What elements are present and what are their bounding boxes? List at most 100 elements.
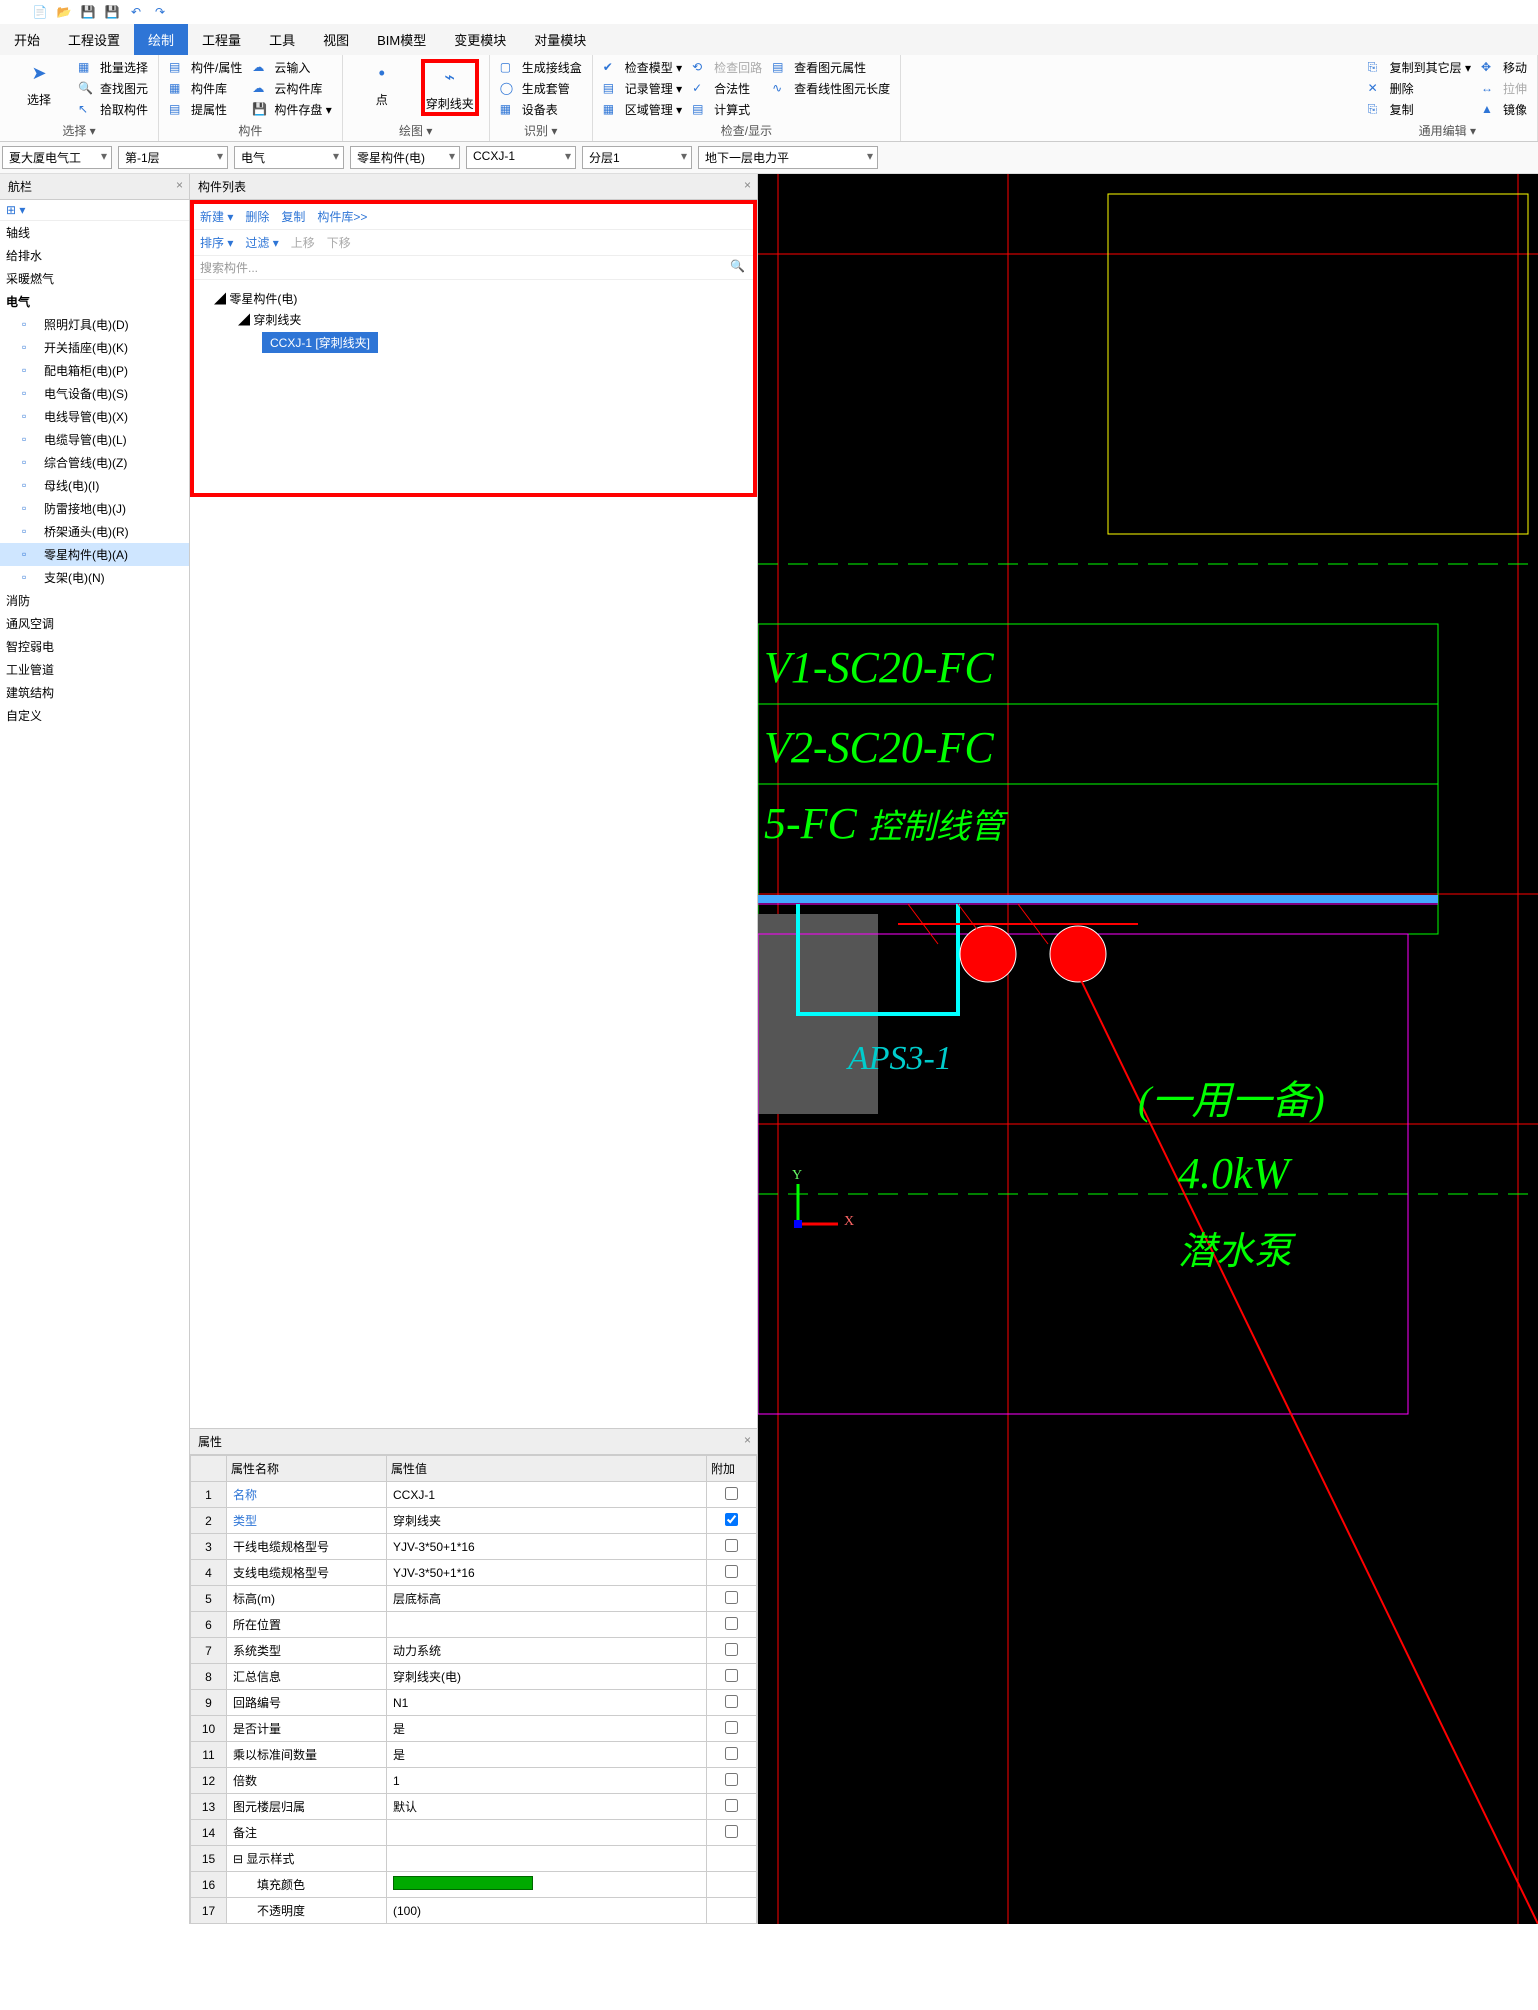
view-length-button[interactable]: ∿查看线性图元长度	[772, 80, 890, 97]
open-icon[interactable]: 📂	[54, 2, 74, 22]
extra-checkbox[interactable]	[725, 1695, 738, 1708]
save-icon[interactable]: 💾	[78, 2, 98, 22]
nav-cat-electric[interactable]: 电气	[0, 290, 189, 313]
check-circuit-button[interactable]: ⟲检查回路	[692, 59, 762, 76]
nav-item-6[interactable]: ▫综合管线(电)(Z)	[0, 451, 189, 474]
nav-item-5[interactable]: ▫电缆导管(电)(L)	[0, 428, 189, 451]
prop-row-15[interactable]: 15⊟ 显示样式	[191, 1846, 757, 1872]
point-button[interactable]: • 点	[353, 59, 411, 116]
nav-item-8[interactable]: ▫防雷接地(电)(J)	[0, 497, 189, 520]
nav-cat-water[interactable]: 给排水	[0, 244, 189, 267]
validity-button[interactable]: ✓合法性	[692, 80, 762, 97]
nav-item-7[interactable]: ▫母线(电)(I)	[0, 474, 189, 497]
nav-cat-structure[interactable]: 建筑结构	[0, 681, 189, 704]
nav-item-0[interactable]: ▫照明灯具(电)(D)	[0, 313, 189, 336]
prop-row-11[interactable]: 11乘以标准间数量是	[191, 1742, 757, 1768]
prop-row-14[interactable]: 14备注	[191, 1820, 757, 1846]
extra-checkbox[interactable]	[725, 1825, 738, 1838]
nav-cat-gas[interactable]: 采暖燃气	[0, 267, 189, 290]
prop-row-5[interactable]: 5标高(m)层底标高	[191, 1586, 757, 1612]
nav-item-11[interactable]: ▫支架(电)(N)	[0, 566, 189, 589]
cloud-lib-button[interactable]: ☁云构件库	[252, 80, 331, 97]
cloud-input-button[interactable]: ☁云输入	[252, 59, 331, 76]
component-props-button[interactable]: ▤构件/属性	[169, 59, 242, 76]
search-input[interactable]: 搜索构件... 🔍	[194, 256, 753, 280]
component-save-button[interactable]: 💾构件存盘 ▾	[252, 101, 331, 118]
check-model-button[interactable]: ✔检查模型 ▾	[603, 59, 682, 76]
prop-row-7[interactable]: 7系统类型动力系统	[191, 1638, 757, 1664]
select-button[interactable]: ➤ 选择	[10, 59, 68, 118]
del-button[interactable]: 删除	[245, 208, 269, 225]
prop-row-12[interactable]: 12倍数1	[191, 1768, 757, 1794]
extra-checkbox[interactable]	[725, 1565, 738, 1578]
copy-button2[interactable]: 复制	[281, 208, 305, 225]
tab-change[interactable]: 变更模块	[440, 24, 520, 55]
tab-compare[interactable]: 对量模块	[520, 24, 600, 55]
new-icon[interactable]: 📄	[30, 2, 50, 22]
tab-project-setting[interactable]: 工程设置	[54, 24, 134, 55]
tab-tools[interactable]: 工具	[255, 24, 309, 55]
extra-checkbox[interactable]	[725, 1669, 738, 1682]
record-mgmt-button[interactable]: ▤记录管理 ▾	[603, 80, 682, 97]
nav-item-1[interactable]: ▫开关插座(电)(K)	[0, 336, 189, 359]
project-combo[interactable]: 夏大厦电气工	[2, 146, 112, 169]
tab-draw[interactable]: 绘制	[134, 24, 188, 55]
prop-row-17[interactable]: 17 不透明度(100)	[191, 1898, 757, 1924]
prop-row-9[interactable]: 9回路编号N1	[191, 1690, 757, 1716]
tab-quantity[interactable]: 工程量	[188, 24, 255, 55]
new-button[interactable]: 新建 ▾	[200, 208, 233, 225]
tab-view[interactable]: 视图	[309, 24, 363, 55]
sort-button[interactable]: 排序 ▾	[200, 234, 233, 251]
prop-row-1[interactable]: 1名称CCXJ-1	[191, 1482, 757, 1508]
copy-to-layer-button[interactable]: ⎘复制到其它层 ▾	[1368, 59, 1471, 76]
nav-item-3[interactable]: ▫电气设备(电)(S)	[0, 382, 189, 405]
nav-item-4[interactable]: ▫电线导管(电)(X)	[0, 405, 189, 428]
tree-node-item[interactable]: CCXJ-1 [穿刺线夹]	[262, 332, 378, 353]
floor-combo[interactable]: 第-1层	[118, 146, 228, 169]
nav-toolbar[interactable]: ⊞ ▾	[0, 200, 189, 221]
device-table-button[interactable]: ▦设备表	[500, 101, 582, 118]
cad-viewport[interactable]: V1-SC20-FC V2-SC20-FC 5-FC 控制线管 APS3-1 (…	[758, 174, 1538, 1924]
drawing-combo[interactable]: 地下一层电力平	[698, 146, 878, 169]
filter-button[interactable]: 过滤 ▾	[245, 234, 278, 251]
undo-icon[interactable]: ↶	[126, 2, 146, 22]
pierce-clamp-button[interactable]: ⌁ 穿刺线夹	[421, 59, 479, 116]
extra-checkbox[interactable]	[725, 1643, 738, 1656]
prop-row-10[interactable]: 10是否计量是	[191, 1716, 757, 1742]
tab-start[interactable]: 开始	[0, 24, 54, 55]
component-combo[interactable]: CCXJ-1	[466, 146, 576, 169]
complib-button[interactable]: 构件库>>	[317, 208, 367, 225]
component-type-combo[interactable]: 零星构件(电)	[350, 146, 460, 169]
prop-row-8[interactable]: 8汇总信息穿刺线夹(电)	[191, 1664, 757, 1690]
prop-row-4[interactable]: 4支线电缆规格型号YJV-3*50+1*16	[191, 1560, 757, 1586]
layer-combo[interactable]: 分层1	[582, 146, 692, 169]
redo-icon[interactable]: ↷	[150, 2, 170, 22]
extra-checkbox[interactable]	[725, 1617, 738, 1630]
stretch-button[interactable]: ↔拉伸	[1481, 80, 1527, 97]
saveall-icon[interactable]: 💾	[102, 2, 122, 22]
nav-item-10[interactable]: ▫零星构件(电)(A)	[0, 543, 189, 566]
nav-cat-axis[interactable]: 轴线	[0, 221, 189, 244]
batch-select-button[interactable]: ▦批量选择	[78, 59, 148, 76]
tree-node-root[interactable]: ◢ 零星构件(电)	[214, 288, 733, 309]
extra-checkbox[interactable]	[725, 1799, 738, 1812]
view-elem-props-button[interactable]: ▤查看图元属性	[772, 59, 890, 76]
tree-node-type[interactable]: ◢ 穿刺线夹	[238, 309, 733, 330]
extra-checkbox[interactable]	[725, 1721, 738, 1734]
movedown-button[interactable]: 下移	[327, 234, 351, 251]
pick-component-button[interactable]: ↖拾取构件	[78, 101, 148, 118]
nav-cat-fire[interactable]: 消防	[0, 589, 189, 612]
tab-bim[interactable]: BIM模型	[363, 24, 440, 55]
copy-button[interactable]: ⎘复制	[1368, 101, 1471, 118]
nav-cat-custom[interactable]: 自定义	[0, 704, 189, 727]
prop-row-13[interactable]: 13图元楼层归属默认	[191, 1794, 757, 1820]
nav-item-9[interactable]: ▫桥架通头(电)(R)	[0, 520, 189, 543]
extra-checkbox[interactable]	[725, 1773, 738, 1786]
component-lib-button[interactable]: ▦构件库	[169, 80, 242, 97]
extra-checkbox[interactable]	[725, 1591, 738, 1604]
prop-row-3[interactable]: 3干线电缆规格型号YJV-3*50+1*16	[191, 1534, 757, 1560]
move-button[interactable]: ✥移动	[1481, 59, 1527, 76]
find-element-button[interactable]: 🔍查找图元	[78, 80, 148, 97]
region-mgmt-button[interactable]: ▦区域管理 ▾	[603, 101, 682, 118]
extra-checkbox[interactable]	[725, 1487, 738, 1500]
